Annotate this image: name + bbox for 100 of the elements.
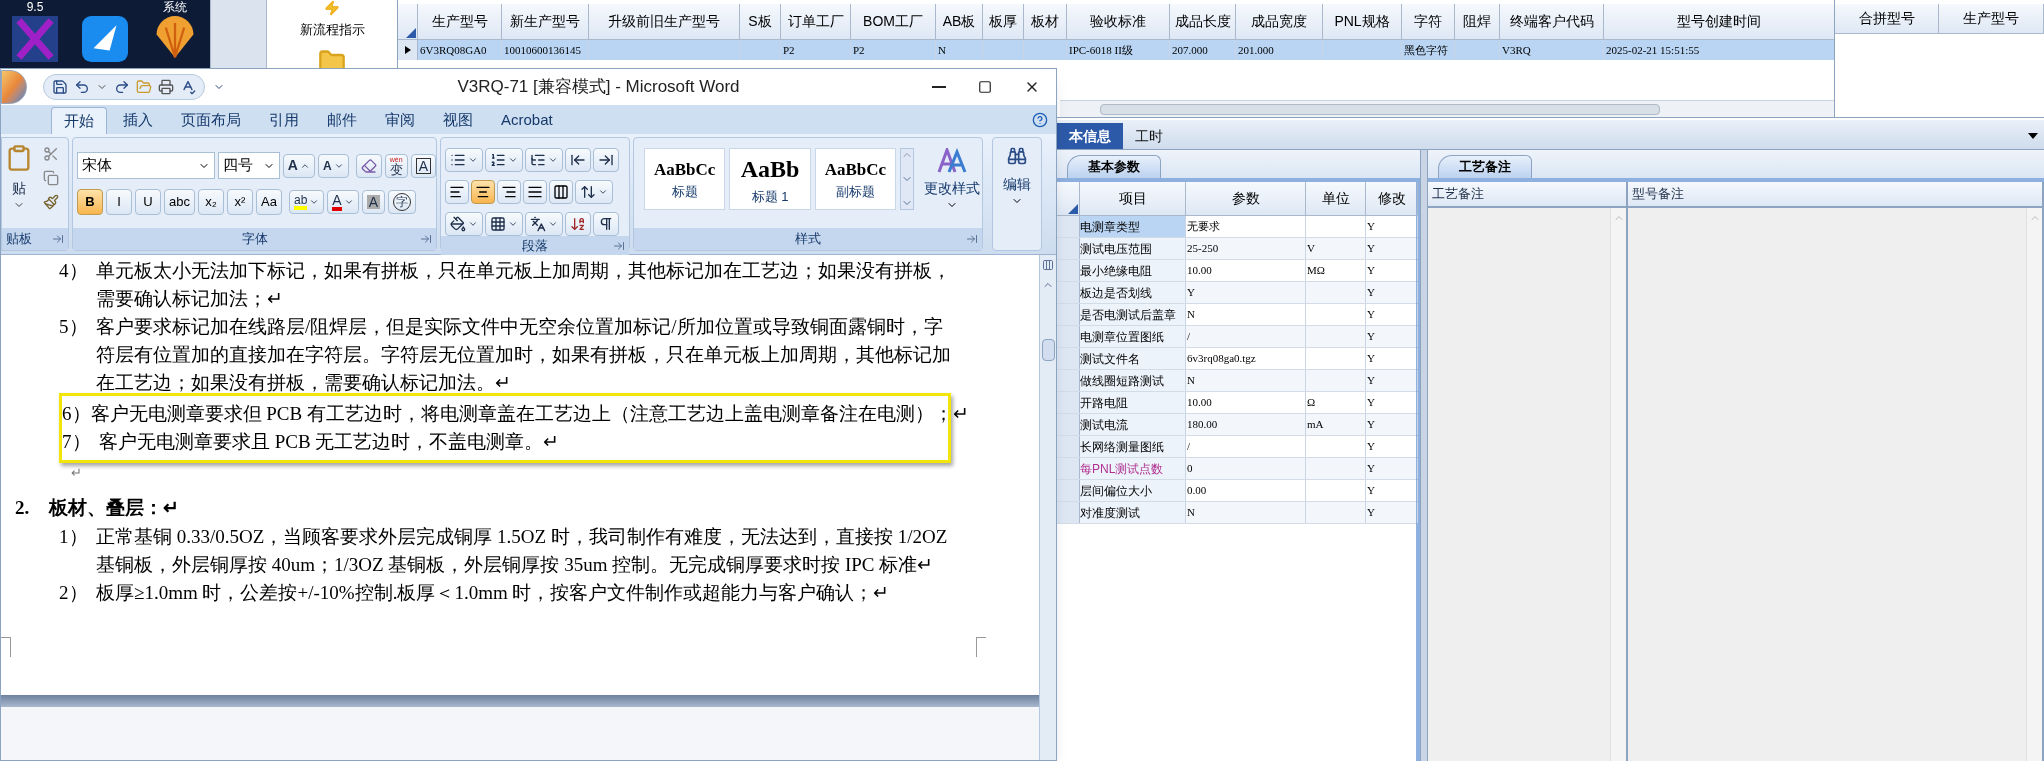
shrink-font-button[interactable]: A	[318, 153, 349, 178]
table-cell[interactable]: 长网络测量图纸	[1080, 436, 1186, 457]
table-cell-text: 6v3rq08ga0.tgz	[1187, 351, 1256, 367]
ribbon-tab[interactable]: 页面布局	[169, 107, 253, 134]
table-cell-text: Y	[1367, 483, 1375, 499]
list-number: 6）	[62, 402, 91, 426]
format-button[interactable]: x₂	[197, 189, 224, 215]
style-preset[interactable]: AaBbCc 副标题	[814, 148, 897, 210]
section-heading: 板材、叠层：↵	[49, 495, 179, 520]
ribbon-tab[interactable]: 开始	[51, 107, 107, 134]
table-cell[interactable]: 最小绝缘电阻	[1080, 260, 1186, 281]
list-number: 1）	[59, 525, 89, 549]
font-color-button[interactable]: A	[327, 190, 359, 214]
table-cell-text: V	[1307, 241, 1315, 257]
table-cell-text: 2025-02-21 15:51:55	[1606, 42, 1700, 58]
font-name-field[interactable]: 宋体	[77, 152, 215, 179]
table-cell[interactable]: 是否电测试后盖章	[1080, 304, 1186, 325]
table-cell-text: Y	[1367, 395, 1375, 411]
style-preset[interactable]: AaBb 标题 1	[729, 148, 811, 210]
format-button[interactable]: U	[135, 189, 161, 215]
table-cell-text: 6V3RQ08GA0	[420, 42, 487, 58]
table-cell-text: MΩ	[1307, 263, 1325, 279]
ribbon-tab[interactable]: 引用	[257, 107, 311, 134]
table-cell-text: 180.00	[1187, 417, 1218, 433]
list-number: 7）	[62, 430, 92, 454]
ribbon-tab[interactable]: 视图	[431, 107, 485, 134]
list-number: 4）	[59, 259, 89, 283]
icon-caption: 9.5	[26, 0, 44, 14]
character-shading-button[interactable]: A	[361, 190, 385, 214]
table-cell[interactable]: 电测章位置图纸	[1080, 326, 1186, 347]
group-label: 字体	[241, 230, 268, 249]
table-cell-text: mA	[1307, 417, 1324, 433]
table-cell-text: 25-250	[1187, 241, 1219, 257]
group-label: 样式	[795, 230, 821, 249]
table-cell[interactable]: 板边是否划线	[1080, 282, 1186, 303]
table-cell[interactable]: 测试电压范围	[1080, 238, 1186, 259]
style-preset[interactable]: AaBbCc 标题	[644, 148, 726, 210]
paragraph: 正常基铜 0.33/0.5OZ，当顾客要求外层完成铜厚 1.5OZ 时，我司制作有难度，无法达到，直接按 1/2OZ 基铜板，外层铜厚按 40um；1/3OZ 基铜板，外层铜厚按 35um 控制。无完成铜厚要求时按 IPC 标准↵	[96, 525, 948, 577]
format-button[interactable]: x²	[226, 189, 253, 215]
table-cell[interactable]: 电测章类型	[1080, 216, 1186, 237]
ribbon-tab[interactable]: 邮件	[315, 107, 369, 134]
table-cell-text: Y	[1367, 351, 1375, 367]
format-button[interactable]: abc	[164, 189, 195, 215]
table-cell-text: P2	[853, 42, 865, 58]
launcher-label[interactable]: 新流程指示	[299, 20, 365, 40]
table-cell[interactable]: 层间偏位大小	[1080, 480, 1186, 501]
format-button[interactable]: Aa	[255, 189, 282, 215]
table-cell-text: N	[1187, 307, 1195, 323]
panel-tab[interactable]: 工艺备注	[1438, 155, 1532, 178]
group-label: 贴板	[6, 230, 32, 249]
table-cell-text: 0	[1187, 461, 1193, 477]
panel-tab[interactable]: 基本参数	[1067, 155, 1161, 178]
table-cell[interactable]: 测试电流	[1080, 414, 1186, 435]
paragraph: 客户无电测章要求但 PCB 有工艺边时，将电测章盖在工艺边上（注意工艺边上盖电测章备注在电测）；↵	[90, 402, 969, 426]
table-cell-text: IPC-6018 II级	[1069, 42, 1133, 58]
table-cell-text: 207.000	[1172, 42, 1208, 58]
column-header[interactable]: 型号备注	[1628, 182, 2044, 206]
table-cell-text: 10010600136145	[504, 42, 581, 58]
format-button[interactable]: I	[106, 189, 132, 215]
detail-tab[interactable]: 本信息	[1057, 123, 1123, 149]
table-cell-text: 10.00	[1187, 263, 1212, 279]
table-cell-text: N	[1187, 505, 1195, 521]
table-cell-text: N	[938, 42, 946, 58]
list-number: 2）	[59, 581, 89, 605]
table-cell[interactable]: 做线圈短路测试	[1080, 370, 1186, 391]
list-number: 2.	[15, 495, 31, 520]
column-header[interactable]: 合拼型号	[1835, 4, 1939, 34]
ribbon-tab[interactable]: 插入	[111, 107, 165, 134]
table-cell-text: Y	[1367, 263, 1375, 279]
table-cell-text: Y	[1367, 329, 1375, 345]
highlight-button[interactable]: ab	[288, 190, 325, 214]
table-cell-text: Y	[1367, 505, 1375, 521]
table-cell-text: Y	[1187, 285, 1195, 301]
table-cell-text: Ω	[1307, 395, 1316, 411]
paste-label[interactable]: 贴	[12, 178, 26, 199]
table-cell-text: 黑色字符	[1404, 42, 1448, 58]
ribbon-tab[interactable]: Acrobat	[489, 107, 565, 134]
table-cell-text: 无要求	[1187, 219, 1220, 235]
paragraph: 单元板太小无法加下标记，如果有拼板，只在单元板上加周期，其他标记加在工艺边；如果没有拼板， 需要确认标记加法；↵	[96, 259, 951, 311]
ribbon-tab[interactable]: 审阅	[373, 107, 427, 134]
grow-font-button[interactable]: A	[282, 153, 315, 178]
font-size-field[interactable]: 四号	[217, 152, 280, 179]
group-label: 段落	[522, 237, 548, 255]
paragraph: 客户要求标记加在线路层/阻焊层，但是实际文件中无空余位置加标记/所加位置或导致铜面露铜时，字 符层有位置加的直接加在字符层。字符层无位置加时，如果有拼板，只在单元板上加周期，其他标记加 在工艺边；如果没有拼板，需要确认标记加法。↵	[96, 315, 951, 395]
column-header[interactable]: 生产型号	[1939, 4, 2044, 34]
enclose-character-button[interactable]: 字	[388, 190, 416, 214]
column-header[interactable]: 工艺备注	[1428, 182, 1628, 206]
format-button[interactable]: B	[77, 189, 103, 215]
editing-button[interactable]: 编辑	[993, 138, 1041, 250]
table-cell[interactable]: 对准度测试	[1080, 502, 1186, 523]
table-cell-text: /	[1187, 439, 1191, 455]
detail-tab[interactable]: 工时	[1123, 123, 1175, 149]
change-styles-button[interactable]: 更改样式	[922, 148, 982, 211]
table-cell[interactable]: 每PNL测试点数	[1080, 458, 1186, 479]
table-cell[interactable]: 开路电阻	[1080, 392, 1186, 413]
table-cell[interactable]: 测试文件名	[1080, 348, 1186, 369]
table-cell-text: P2	[783, 42, 795, 58]
character-border-button[interactable]: A	[410, 153, 436, 178]
table-row[interactable]: 6V3RQ08GA0 10010600136145 P2 P2 N IPC-6018 II级 207.000 201.000 黑色字符 V3RQ 2025-02-21 15:51:55	[398, 40, 1834, 60]
paragraph-mark: ↵	[71, 465, 82, 480]
